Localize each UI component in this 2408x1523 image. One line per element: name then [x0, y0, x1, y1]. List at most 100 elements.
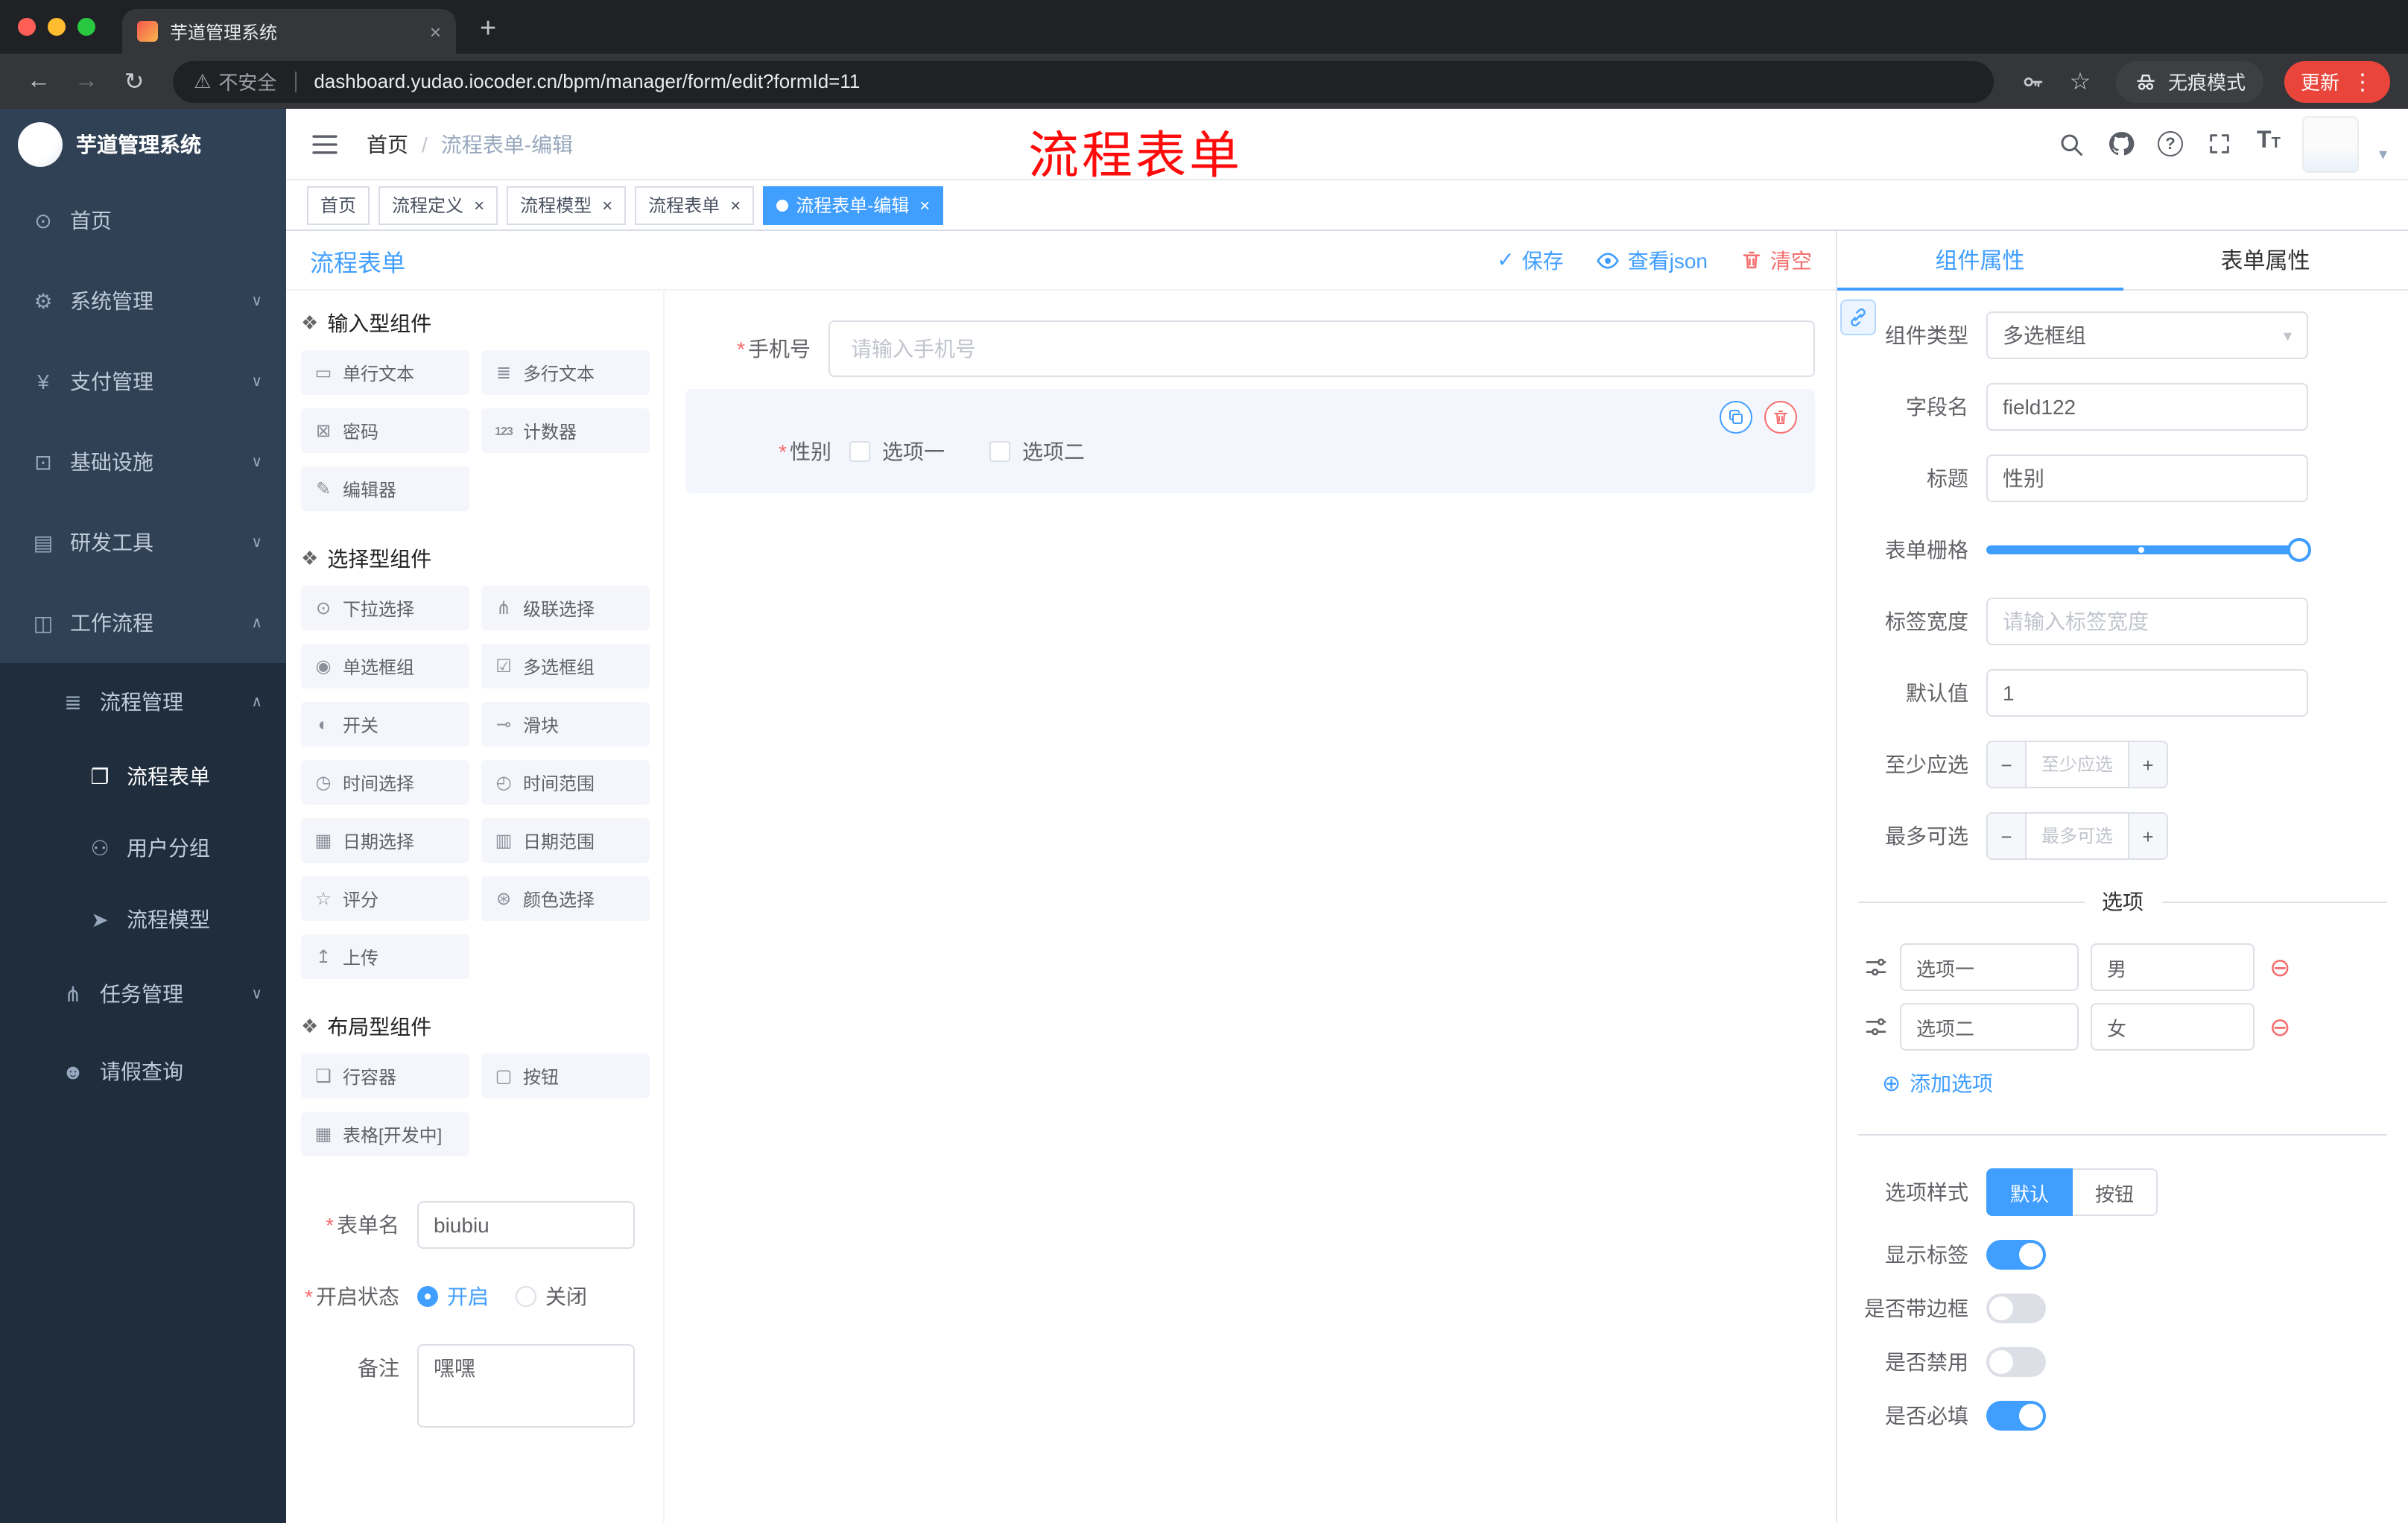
- palette-item-counter[interactable]: 123 计数器: [481, 408, 650, 453]
- palette-item-upload[interactable]: ↥ 上传: [301, 934, 469, 979]
- sidebar-item-user-group[interactable]: ⚇ 用户分组: [0, 812, 286, 884]
- checkbox-option-1[interactable]: 选项一: [849, 437, 945, 466]
- style-button-button[interactable]: 按钮: [2073, 1168, 2158, 1216]
- palette-item-slider[interactable]: ⊸ 滑块: [481, 702, 650, 747]
- tab-form-props[interactable]: 表单属性: [2123, 231, 2408, 289]
- min-select-input[interactable]: [2027, 742, 2128, 787]
- status-radio-off[interactable]: 关闭: [516, 1282, 587, 1311]
- sidebar-item-leave-query[interactable]: ☻ 请假查询: [0, 1033, 286, 1110]
- border-switch[interactable]: [1986, 1294, 2046, 1323]
- sidebar-item-process-management[interactable]: ≣ 流程管理 ∧: [0, 663, 286, 741]
- update-button[interactable]: 更新 ⋮: [2284, 60, 2390, 102]
- tab-close-icon[interactable]: ×: [430, 20, 441, 42]
- tag-close-icon[interactable]: ×: [730, 194, 741, 215]
- palette-item-table[interactable]: ▦ 表格[开发中]: [301, 1112, 469, 1156]
- delete-widget-button[interactable]: [1764, 401, 1797, 434]
- palette-item-textarea[interactable]: ≣ 多行文本: [481, 350, 650, 395]
- palette-item-password[interactable]: ⊠ 密码: [301, 408, 469, 453]
- sidebar-item-task-management[interactable]: ⋔ 任务管理 ∨: [0, 955, 286, 1033]
- sidebar-item-workflow[interactable]: ◫ 工作流程 ∧: [0, 583, 286, 663]
- phone-input[interactable]: [828, 320, 1815, 377]
- palette-item-rate[interactable]: ☆ 评分: [301, 876, 469, 921]
- decrease-button[interactable]: −: [1988, 814, 2027, 858]
- field-name-input[interactable]: [1986, 383, 2308, 431]
- palette-item-radio-group[interactable]: ◉ 单选框组: [301, 644, 469, 688]
- palette-item-row-container[interactable]: ❏ 行容器: [301, 1054, 469, 1098]
- palette-item-date-range[interactable]: ▥ 日期范围: [481, 818, 650, 863]
- palette-item-single-line-text[interactable]: ▭ 单行文本: [301, 350, 469, 395]
- required-switch[interactable]: [1986, 1401, 2046, 1431]
- forward-button[interactable]: →: [66, 60, 107, 102]
- grid-slider[interactable]: [1986, 526, 2311, 574]
- app-logo[interactable]: 芋道管理系统: [0, 109, 286, 180]
- maximize-window-button[interactable]: [77, 18, 95, 36]
- help-icon[interactable]: ?: [2155, 127, 2185, 160]
- reload-button[interactable]: ↻: [113, 60, 155, 102]
- tag-process-definition[interactable]: 流程定义 ×: [378, 186, 498, 224]
- browser-menu-icon[interactable]: ⋮: [2351, 68, 2374, 95]
- option-label-input[interactable]: [1900, 943, 2079, 991]
- tag-process-form-edit[interactable]: 流程表单-编辑 ×: [763, 186, 944, 224]
- palette-item-date-picker[interactable]: ▦ 日期选择: [301, 818, 469, 863]
- tag-close-icon[interactable]: ×: [474, 194, 484, 215]
- remark-textarea[interactable]: 嘿嘿: [417, 1344, 635, 1428]
- palette-item-select[interactable]: ⊙ 下拉选择: [301, 586, 469, 630]
- palette-item-cascader[interactable]: ⋔ 级联选择: [481, 586, 650, 630]
- view-json-button[interactable]: 查看json: [1597, 245, 1708, 275]
- sidebar-item-dev-tools[interactable]: ▤ 研发工具 ∨: [0, 502, 286, 583]
- save-button[interactable]: ✓ 保存: [1497, 245, 1563, 275]
- copy-widget-button[interactable]: [1720, 401, 1752, 434]
- palette-item-editor[interactable]: ✎ 编辑器: [301, 466, 469, 511]
- tag-close-icon[interactable]: ×: [919, 194, 930, 215]
- label-width-input[interactable]: [1986, 598, 2308, 645]
- tab-component-props[interactable]: 组件属性: [1837, 231, 2123, 291]
- breadcrumb-home[interactable]: 首页: [367, 129, 408, 159]
- back-button[interactable]: ←: [18, 60, 60, 102]
- tag-process-model[interactable]: 流程模型 ×: [507, 186, 627, 224]
- tag-home[interactable]: 首页: [307, 186, 370, 224]
- checkbox-box[interactable]: [989, 441, 1010, 462]
- gender-widget-selected[interactable]: * 性别 选项一 选项二: [685, 389, 1815, 493]
- address-bar[interactable]: ⚠ 不安全 dashboard.yudao.iocoder.cn/bpm/man…: [173, 60, 1994, 102]
- option-label-input[interactable]: [1900, 1003, 2079, 1051]
- phone-field-row[interactable]: * 手机号: [685, 320, 1815, 377]
- default-value-input[interactable]: [1986, 669, 2308, 717]
- sidebar-item-home[interactable]: ⊙ 首页: [0, 180, 286, 261]
- link-icon-button[interactable]: [1840, 300, 1876, 335]
- option-value-input[interactable]: [2091, 1003, 2255, 1051]
- fullscreen-icon[interactable]: [2205, 127, 2234, 160]
- not-secure-badge[interactable]: ⚠ 不安全: [194, 67, 276, 95]
- style-default-button[interactable]: 默认: [1986, 1168, 2073, 1216]
- status-radio-on[interactable]: 开启: [417, 1282, 489, 1311]
- decrease-button[interactable]: −: [1988, 742, 2027, 787]
- remove-option-button[interactable]: ⊖: [2269, 954, 2291, 980]
- bookmark-star-icon[interactable]: ☆: [2059, 60, 2101, 102]
- increase-button[interactable]: +: [2128, 814, 2167, 858]
- minimize-window-button[interactable]: [48, 18, 66, 36]
- hamburger-icon[interactable]: [307, 126, 343, 162]
- checkbox-option-2[interactable]: 选项二: [989, 437, 1085, 466]
- new-tab-button[interactable]: +: [480, 13, 496, 46]
- caret-down-icon[interactable]: ▾: [2379, 145, 2387, 164]
- browser-tab[interactable]: 芋道管理系统 ×: [122, 9, 456, 54]
- palette-item-time-picker[interactable]: ◷ 时间选择: [301, 760, 469, 805]
- drag-handle-icon[interactable]: [1864, 1015, 1888, 1039]
- password-key-icon[interactable]: [2012, 60, 2053, 102]
- sidebar-item-system[interactable]: ⚙ 系统管理 ∨: [0, 261, 286, 341]
- show-label-switch[interactable]: [1986, 1240, 2046, 1270]
- tag-close-icon[interactable]: ×: [602, 194, 612, 215]
- sidebar-item-infrastructure[interactable]: ⊡ 基础设施 ∨: [0, 422, 286, 502]
- drag-handle-icon[interactable]: [1864, 955, 1888, 979]
- option-value-input[interactable]: [2091, 943, 2255, 991]
- sidebar-item-process-form[interactable]: ❐ 流程表单: [0, 741, 286, 812]
- font-size-icon[interactable]: T T: [2254, 127, 2284, 160]
- add-option-button[interactable]: ⊕ 添加选项: [1837, 1068, 2408, 1098]
- form-name-input[interactable]: [417, 1201, 635, 1249]
- disabled-switch[interactable]: [1986, 1347, 2046, 1377]
- remove-option-button[interactable]: ⊖: [2269, 1014, 2291, 1039]
- user-avatar[interactable]: [2302, 115, 2360, 172]
- sidebar-item-payment[interactable]: ¥ 支付管理 ∨: [0, 341, 286, 422]
- increase-button[interactable]: +: [2128, 742, 2167, 787]
- sidebar-item-process-model[interactable]: ➤ 流程模型: [0, 884, 286, 955]
- tag-process-form[interactable]: 流程表单 ×: [635, 186, 755, 224]
